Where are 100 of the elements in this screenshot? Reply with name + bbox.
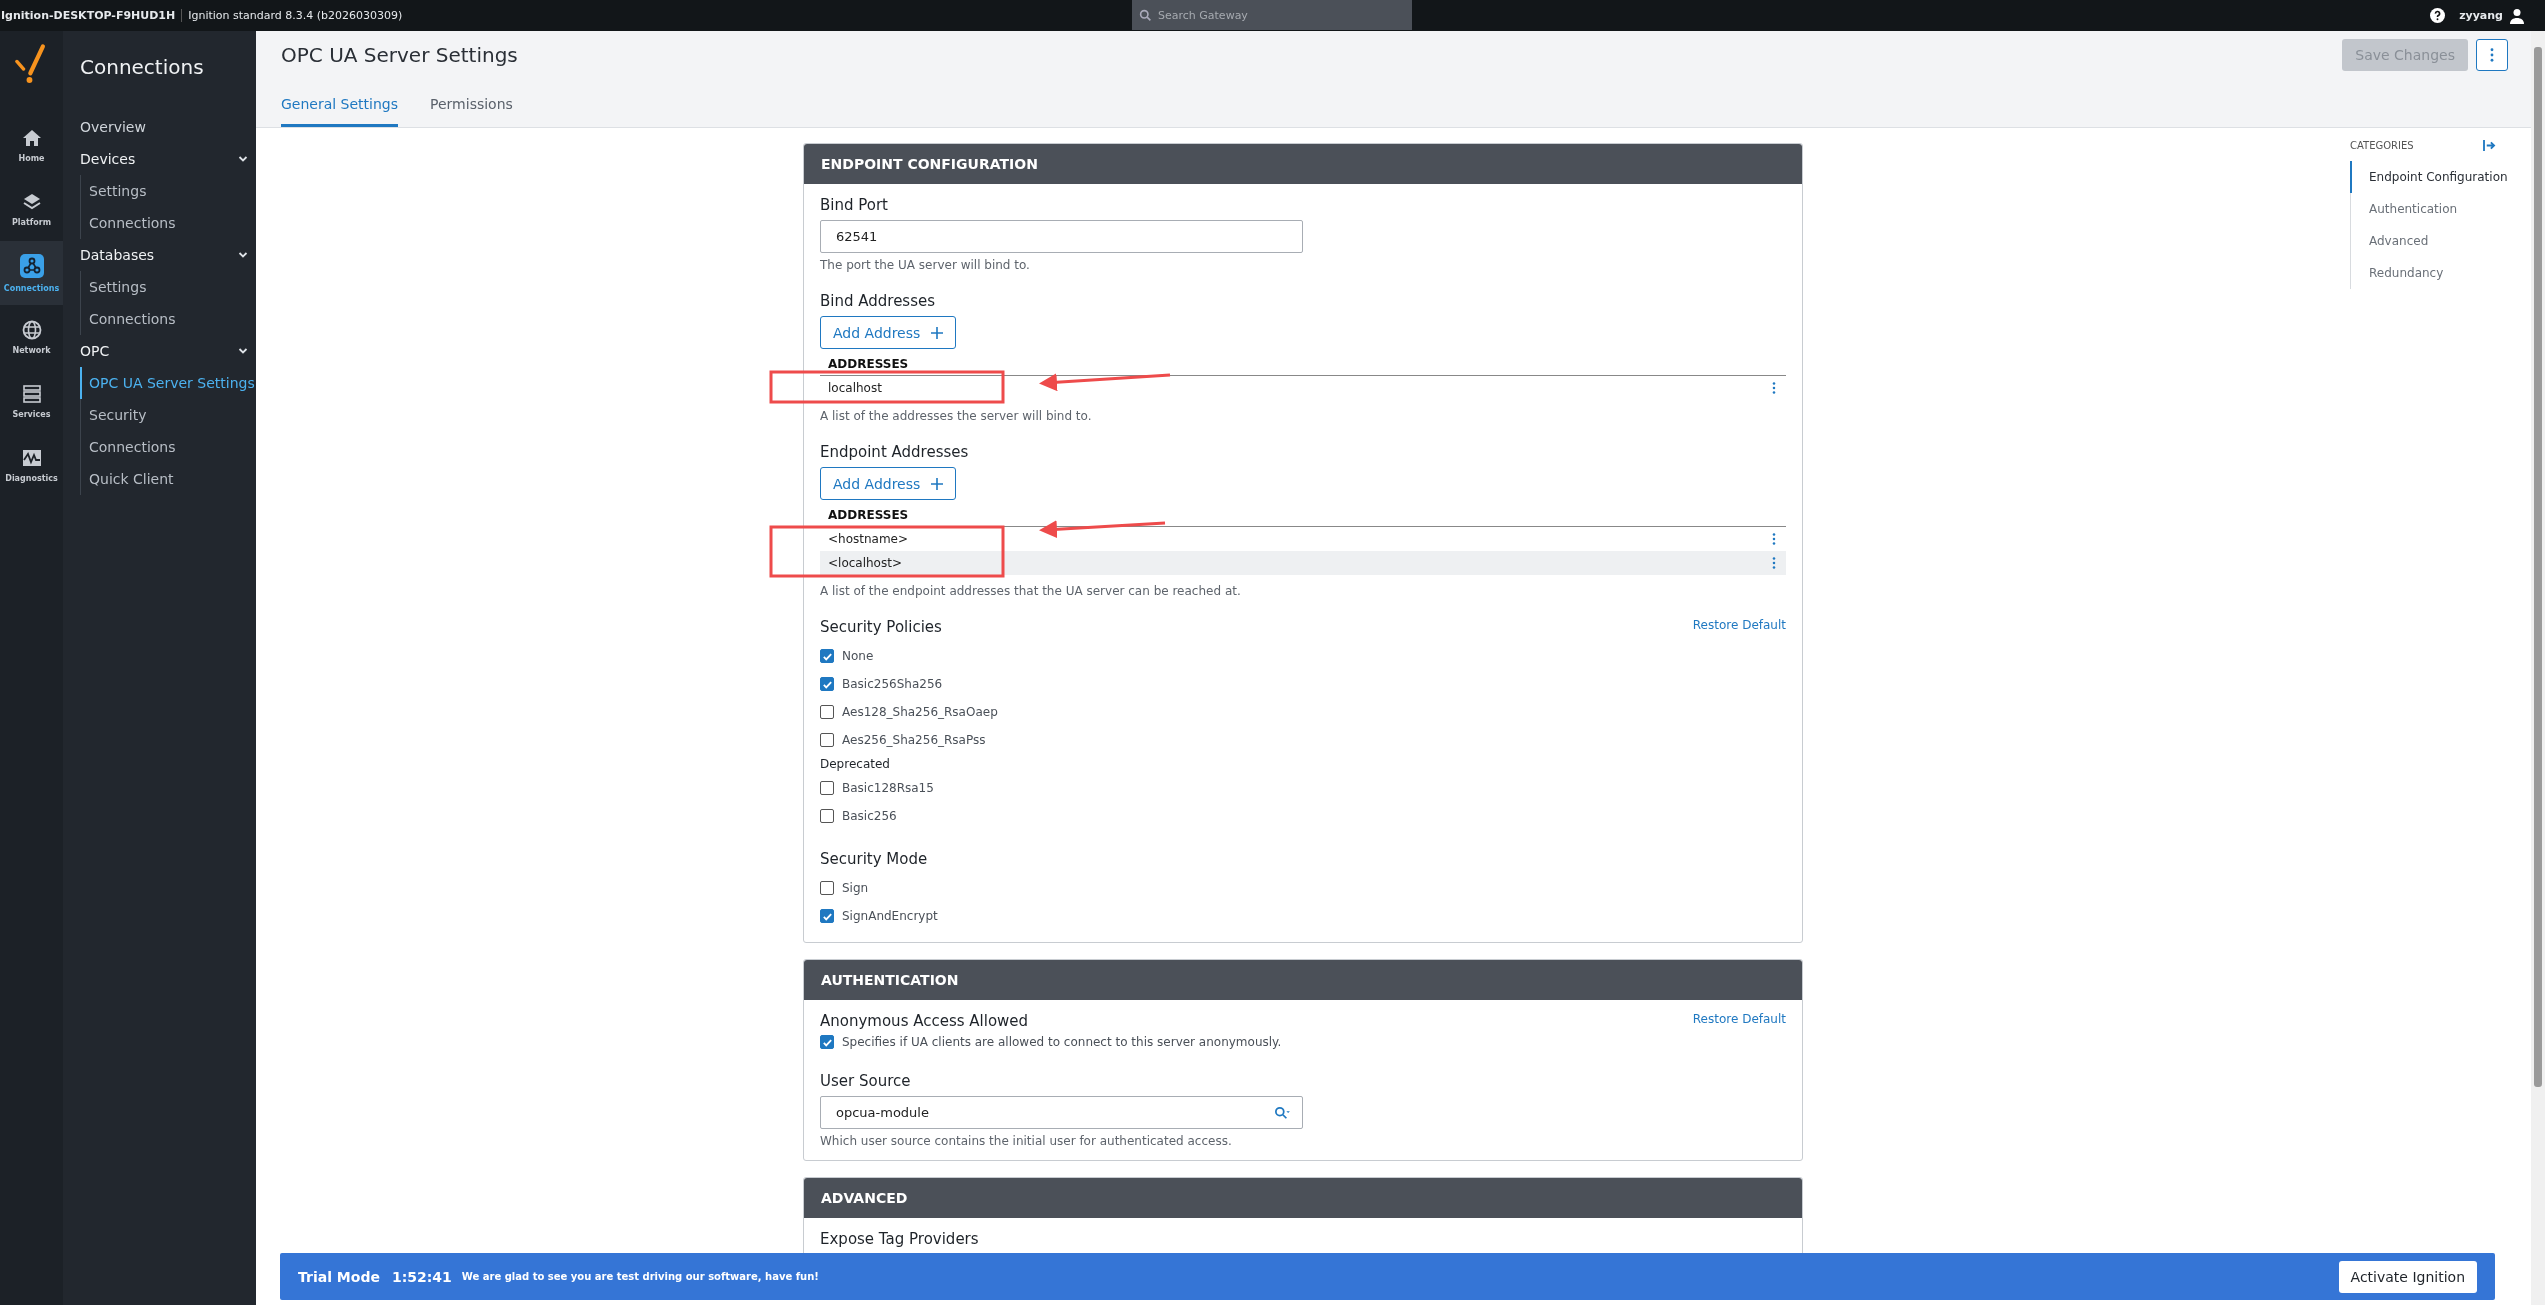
network-icon [19, 253, 44, 278]
field-label: User Source [820, 1072, 912, 1090]
nav-item[interactable]: Security [80, 399, 255, 431]
rail-item[interactable]: Diagnostics [0, 433, 63, 497]
checkbox[interactable] [820, 1035, 834, 1049]
rail-item[interactable]: Platform [0, 177, 63, 241]
checkbox[interactable] [820, 733, 834, 747]
checkbox-label: Aes256_Sha256_RsaPss [842, 733, 986, 747]
group-label: Deprecated [820, 757, 891, 771]
checkbox[interactable] [820, 909, 834, 923]
scrollbar[interactable] [2531, 31, 2545, 1305]
checkbox[interactable] [820, 705, 834, 719]
category-link[interactable]: Authentication [2350, 193, 2458, 225]
plus-icon [931, 477, 944, 490]
checkbox-label: Sign [842, 881, 869, 895]
page-title: OPC UA Server Settings [281, 43, 518, 67]
checkbox[interactable] [820, 677, 834, 691]
collapse-icon[interactable] [2483, 140, 2496, 151]
checkbox[interactable] [820, 809, 834, 823]
nav-group[interactable]: OPC [80, 335, 248, 367]
checkbox[interactable] [820, 781, 834, 795]
table-row[interactable]: <localhost> [820, 551, 1786, 575]
globe-icon [21, 319, 42, 340]
trial-message: We are glad to see you are test driving our software, have fun! [461, 1271, 819, 1282]
help-text: A list of the addresses the server will bind to. [820, 409, 1093, 423]
table-row[interactable]: <hostname> [820, 527, 1786, 551]
categories-title: CATEGORIES [2350, 140, 2414, 151]
column-header: ADDRESSES [828, 508, 910, 522]
restore-default-link[interactable]: Restore Default [1692, 618, 1786, 632]
rail-item[interactable]: Connections [0, 241, 63, 305]
plus-icon [931, 326, 944, 339]
server-icon [21, 383, 42, 404]
nav-group[interactable]: Devices [80, 143, 248, 175]
trial-title: Trial Mode [298, 1268, 380, 1285]
more-button[interactable] [2476, 39, 2508, 71]
rail-item[interactable]: Network [0, 305, 63, 369]
tab[interactable]: General Settings [281, 92, 399, 127]
nav-item[interactable]: Settings [80, 271, 255, 303]
checkbox-label: Basic128Rsa15 [842, 781, 934, 795]
add-address-button[interactable]: Add Address [820, 467, 957, 500]
nav-item[interactable]: Connections [80, 303, 255, 335]
more-icon [2490, 48, 2494, 62]
field-label: Endpoint Addresses [820, 443, 970, 461]
activate-button[interactable]: Activate Ignition [2338, 1260, 2477, 1293]
nav-group[interactable]: Databases [80, 239, 248, 271]
home-icon [21, 127, 42, 148]
category-link[interactable]: Endpoint Configuration [2350, 161, 2508, 193]
more-icon[interactable] [1772, 557, 1776, 569]
nav-item[interactable]: Overview [80, 111, 248, 143]
port-input[interactable]: 62541 [820, 220, 1303, 253]
help-text: The port the UA server will bind to. [820, 258, 1031, 272]
table-cell: localhost [828, 381, 882, 395]
nav-item[interactable]: Connections [80, 431, 255, 463]
table-cell: <hostname> [828, 532, 909, 546]
user-source-field[interactable]: opcua-module [820, 1096, 1303, 1129]
add-address-button[interactable]: Add Address [820, 316, 957, 349]
checkbox-label: None [842, 649, 874, 663]
field-label: Security Policies [820, 618, 942, 636]
field-label: Security Mode [820, 850, 928, 868]
section-header: ADVANCED [804, 1178, 1802, 1218]
checkbox-label: Basic256 [842, 809, 897, 823]
more-icon[interactable] [1772, 533, 1776, 545]
search-icon [1274, 1105, 1290, 1120]
category-link[interactable]: Advanced [2350, 225, 2429, 257]
search-field[interactable]: Search Gateway [1132, 0, 1412, 30]
field-label: Bind Port [820, 196, 889, 214]
checkbox-label: Specifies if UA clients are allowed to connect to this server anonymously. [842, 1035, 1282, 1049]
edition-label: Ignition standard 8.3.4 (b2026030309) [187, 9, 403, 22]
trial-timer: 1:52:41 [391, 1268, 452, 1285]
user-icon[interactable] [2509, 7, 2525, 24]
field-label: Expose Tag Providers [820, 1230, 980, 1248]
help-text: Which user source contains the initial user for authenticated access. [820, 1134, 1233, 1148]
layers-icon [21, 191, 42, 212]
restore-default-link[interactable]: Restore Default [1692, 1012, 1786, 1026]
nav-item[interactable]: Connections [80, 207, 255, 239]
nav-item[interactable]: Settings [80, 175, 255, 207]
checkbox-label: SignAndEncrypt [842, 909, 938, 923]
section-header: ENDPOINT CONFIGURATION [804, 144, 1802, 184]
field-label: Bind Addresses [820, 292, 937, 310]
chevron-icon [238, 250, 248, 260]
gateway-name: Ignition-DESKTOP-F9HUD1H [0, 9, 183, 22]
more-icon[interactable] [1772, 382, 1776, 394]
category-link[interactable]: Redundancy [2350, 257, 2444, 289]
checkbox-label: Basic256Sha256 [842, 677, 943, 691]
rail-item[interactable]: Services [0, 369, 63, 433]
chevron-icon [238, 346, 248, 356]
tab[interactable]: Permissions [430, 92, 513, 127]
rail-item[interactable]: Home [0, 113, 63, 177]
checkbox[interactable] [820, 881, 834, 895]
checkbox[interactable] [820, 649, 834, 663]
sidebar-title: Connections [80, 55, 205, 79]
section-header: AUTHENTICATION [804, 960, 1802, 1000]
help-icon[interactable] [2430, 8, 2446, 23]
table-row[interactable]: localhost [820, 376, 1786, 400]
checkbox-label: Aes128_Sha256_RsaOaep [842, 705, 998, 719]
user-name[interactable]: zyyang [2459, 9, 2503, 22]
help-text: A list of the endpoint addresses that the UA server can be reached at. [820, 584, 1242, 598]
nav-item[interactable]: Quick Client [80, 463, 255, 495]
field-label: Anonymous Access Allowed [820, 1012, 1029, 1030]
table-cell: <localhost> [828, 556, 902, 570]
